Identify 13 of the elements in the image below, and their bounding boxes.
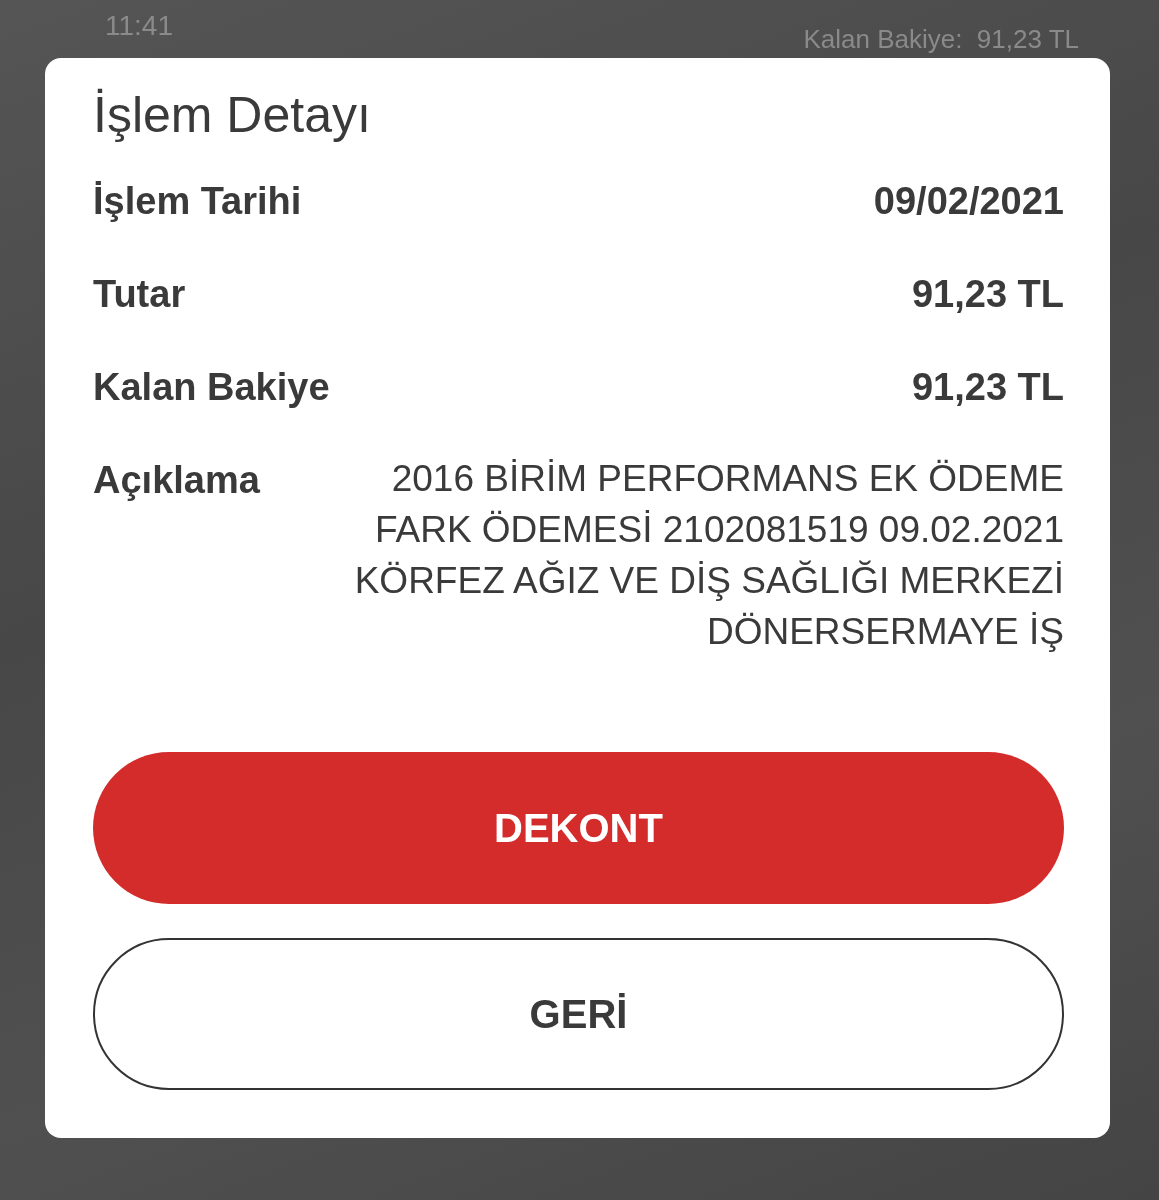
field-label: Kalan Bakiye: [93, 366, 330, 409]
field-label: Açıklama: [93, 459, 260, 502]
field-value: 91,23 TL: [911, 366, 1064, 409]
outline-button[interactable]: GERİ: [93, 938, 1064, 1090]
dialog-title: İşlem Detayı: [93, 86, 372, 144]
description-text: 2016 BİRİM PERFORMANS EK ÖDEME FARK ÖDEMESİ 2102081519 09.02.2021 KÖRFEZ AĞIZ VE DİŞ SAĞLIĞI MERKEZİ DÖNERSERMAYE İŞ: [353, 457, 1064, 654]
field-label: İşlem Tarihi: [93, 180, 302, 223]
field-label: Tutar: [93, 273, 186, 316]
primary-button[interactable]: DEKONT: [93, 752, 1064, 904]
field-value: 91,23 TL: [911, 273, 1064, 316]
field-value: 09/02/2021: [873, 180, 1064, 223]
time-text: 11:41: [105, 10, 173, 43]
balance-text: Kalan Bakiye: 91,23 TL: [803, 24, 1079, 56]
